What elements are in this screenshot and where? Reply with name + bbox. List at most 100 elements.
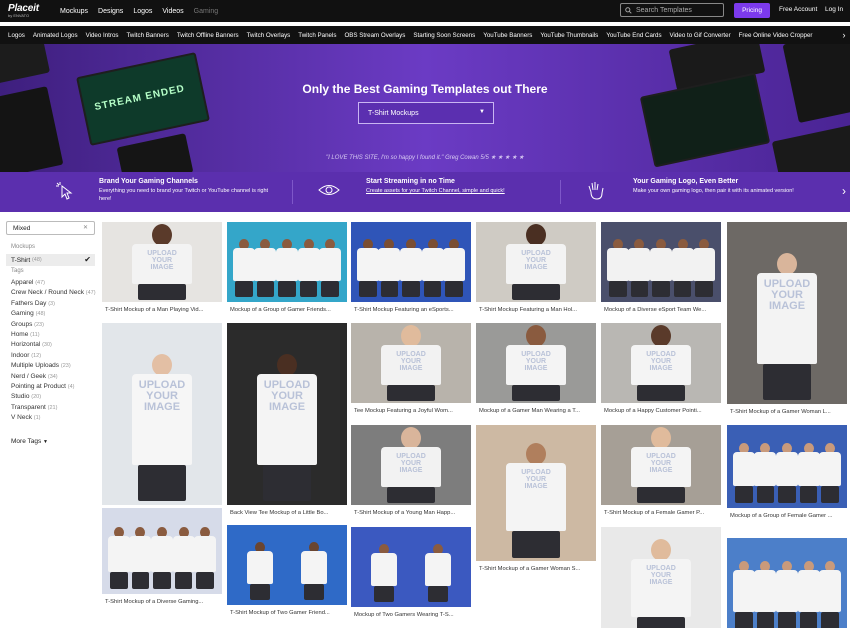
- template-caption[interactable]: Back View Tee Mockup of a Little Bo...: [230, 510, 328, 516]
- category-youtube-end-cards[interactable]: YouTube End Cards: [606, 32, 661, 39]
- template-caption[interactable]: T-Shirt Mockup of a Man Playing Vid...: [105, 307, 204, 313]
- tag-item[interactable]: V Neck (1): [11, 413, 96, 423]
- template-thumbnail[interactable]: UPLOAD YOUR IMAGE: [102, 323, 222, 505]
- category-twitch-overlays[interactable]: Twitch Overlays: [247, 32, 291, 39]
- category-youtube-thumbnails[interactable]: YouTube Thumbnails: [540, 32, 598, 39]
- nav-link-gaming[interactable]: Gaming: [194, 8, 219, 15]
- nav-link-designs[interactable]: Designs: [98, 8, 123, 15]
- template-caption[interactable]: T-Shirt Mockup of a Diverse Gaming...: [105, 599, 203, 605]
- template-thumbnail[interactable]: UPLOAD YOUR IMAGE: [601, 323, 721, 403]
- tag-item[interactable]: Fathers Day (3): [11, 299, 96, 309]
- template-caption[interactable]: Mockup of a Gamer Man Wearing a T...: [479, 408, 580, 414]
- template-caption[interactable]: T-Shirt Mockup of Two Gamer Friend...: [230, 610, 330, 616]
- nav-link-logos[interactable]: Logos: [133, 8, 152, 15]
- template-thumbnail[interactable]: UPLOAD YOUR IMAGE: [351, 425, 471, 505]
- category-video-cropper[interactable]: Free Online Video Cropper: [739, 32, 813, 39]
- template-thumbnail[interactable]: UPLOAD YOUR IMAGE: [102, 222, 222, 302]
- template-thumbnail[interactable]: [351, 527, 471, 607]
- template-card[interactable]: Mockup of a Group of Gamer Friends...: [227, 222, 347, 316]
- template-thumbnail[interactable]: UPLOAD YOUR IMAGE: [351, 323, 471, 403]
- sort-select[interactable]: Mixed ✕: [6, 221, 95, 235]
- template-caption[interactable]: Mockup of a Group of Female Gamer ...: [730, 513, 832, 519]
- template-caption[interactable]: Mockup of Two Gamers Wearing T-S...: [354, 612, 454, 618]
- template-caption[interactable]: T-Shirt Mockup of a Gamer Woman S...: [479, 566, 580, 572]
- template-card[interactable]: UPLOAD YOUR IMAGE Mockup of a Gamer Man Wea…: [476, 323, 596, 417]
- template-caption[interactable]: T-Shirt Mockup of a Young Man Happ...: [354, 510, 455, 516]
- nav-link-mockups[interactable]: Mockups: [60, 8, 88, 15]
- category-logos[interactable]: Logos: [8, 32, 25, 39]
- template-caption[interactable]: T-Shirt Mockup Featuring an eSports...: [354, 307, 454, 313]
- template-thumbnail[interactable]: UPLOAD YOUR IMAGE: [476, 425, 596, 561]
- tag-item[interactable]: Nerd / Geek (34): [11, 372, 96, 382]
- category-twitch-offline-banners[interactable]: Twitch Offline Banners: [177, 32, 239, 39]
- template-card[interactable]: T-Shirt Mockup of a Diverse Gaming...: [102, 508, 222, 608]
- tag-item[interactable]: Gaming (48): [11, 309, 96, 319]
- close-icon[interactable]: ✕: [83, 224, 88, 231]
- category-video-intros[interactable]: Video Intros: [86, 32, 119, 39]
- template-thumbnail[interactable]: [601, 222, 721, 302]
- category-obs-stream-overlays[interactable]: OBS Stream Overlays: [344, 32, 405, 39]
- template-card[interactable]: Mockup of Two Gamers Wearing T-S...: [351, 527, 471, 621]
- template-type-select[interactable]: T-Shirt Mockups ▼: [358, 102, 494, 124]
- category-starting-soon-screens[interactable]: Starting Soon Screens: [413, 32, 475, 39]
- template-caption[interactable]: T-Shirt Mockup of a Female Gamer P...: [604, 510, 704, 516]
- template-card[interactable]: [727, 538, 847, 628]
- tag-item[interactable]: Multiple Uploads (23): [11, 361, 96, 371]
- category-scroll-arrow-icon[interactable]: ›: [838, 26, 850, 44]
- template-card[interactable]: UPLOAD YOUR IMAGE T-Shirt Mockup of a Man P…: [102, 222, 222, 316]
- tag-item[interactable]: Groups (23): [11, 320, 96, 330]
- template-card[interactable]: UPLOAD YOUR IMAGE T-Shirt Mockup of a Gamer…: [476, 425, 596, 575]
- tag-item[interactable]: Horizontal (30): [11, 340, 96, 350]
- template-thumbnail[interactable]: UPLOAD YOUR IMAGE: [727, 222, 847, 404]
- template-thumbnail[interactable]: [727, 538, 847, 628]
- placeit-logo[interactable]: Placeit by ENVATO: [8, 4, 48, 18]
- template-thumbnail[interactable]: UPLOAD YOUR IMAGE: [601, 425, 721, 505]
- template-card[interactable]: UPLOADYOURIMAGET-Shirt Mockup of a Smili…: [102, 323, 222, 519]
- feature-streaming-link[interactable]: Create assets for your Twitch Channel, s…: [366, 188, 546, 195]
- template-thumbnail[interactable]: UPLOAD YOUR IMAGE: [476, 323, 596, 403]
- template-caption[interactable]: Mockup of a Group of Gamer Friends...: [230, 307, 331, 313]
- template-caption[interactable]: T-Shirt Mockup of a Gamer Woman L...: [730, 409, 831, 415]
- template-card[interactable]: UPLOAD YOUR IMAGE T-Shirt Mockup of a Gamer…: [727, 222, 847, 418]
- template-thumbnail[interactable]: [102, 508, 222, 594]
- chevron-right-icon[interactable]: ›: [842, 184, 846, 198]
- category-video-to-gif[interactable]: Video to Gif Converter: [670, 32, 731, 39]
- tag-item[interactable]: Indoor (12): [11, 351, 96, 361]
- template-card[interactable]: UPLOAD YOUR IMAGE Back View Tee Mockup of a…: [227, 323, 347, 519]
- template-card[interactable]: UPLOAD YOUR IMAGE: [601, 527, 721, 628]
- category-twitch-panels[interactable]: Twitch Panels: [298, 32, 336, 39]
- template-caption[interactable]: Mockup of a Happy Customer Pointi...: [604, 408, 702, 414]
- template-thumbnail[interactable]: UPLOAD YOUR IMAGE: [227, 323, 347, 505]
- tag-item[interactable]: Transparent (21): [11, 403, 96, 413]
- category-animated-logos[interactable]: Animated Logos: [33, 32, 78, 39]
- tag-item[interactable]: Crew Neck / Round Neck (47): [11, 288, 96, 298]
- template-card[interactable]: T-Shirt Mockup Featuring an eSports...: [351, 222, 471, 316]
- tag-item[interactable]: Home (11): [11, 330, 96, 340]
- tag-item[interactable]: Pointing at Product (4): [11, 382, 96, 392]
- template-caption[interactable]: Mockup of a Diverse eSport Team We...: [604, 307, 706, 313]
- template-card[interactable]: UPLOAD YOUR IMAGE T-Shirt Mockup of a Femal…: [601, 425, 721, 519]
- template-card[interactable]: UPLOAD YOUR IMAGE T-Shirt Mockup Featuring …: [476, 222, 596, 316]
- login-link[interactable]: Log In: [825, 6, 843, 13]
- template-card[interactable]: Mockup of a Diverse eSport Team We...: [601, 222, 721, 316]
- template-thumbnail[interactable]: [351, 222, 471, 302]
- template-caption[interactable]: T-Shirt Mockup Featuring a Man Hol...: [479, 307, 577, 313]
- template-caption[interactable]: Tee Mockup Featuring a Joyful Wom...: [354, 408, 453, 414]
- template-card[interactable]: UPLOAD YOUR IMAGE Tee Mockup Featuring a Jo…: [351, 323, 471, 417]
- template-card[interactable]: T-Shirt Mockup of Two Gamer Friend...: [227, 525, 347, 619]
- category-youtube-banners[interactable]: YouTube Banners: [483, 32, 532, 39]
- template-card[interactable]: Mockup of a Group of Female Gamer ...: [727, 425, 847, 522]
- tag-item[interactable]: Apparel (47): [11, 278, 96, 288]
- template-thumbnail[interactable]: [727, 425, 847, 508]
- search-input[interactable]: Search Templates: [620, 3, 724, 17]
- pricing-button[interactable]: Pricing: [734, 3, 770, 18]
- template-thumbnail[interactable]: [227, 222, 347, 302]
- template-card[interactable]: UPLOAD YOUR IMAGE Mockup of a Happy Custome…: [601, 323, 721, 417]
- more-tags-button[interactable]: More Tags ▼: [11, 438, 48, 445]
- nav-link-videos[interactable]: Videos: [162, 8, 183, 15]
- category-twitch-banners[interactable]: Twitch Banners: [127, 32, 169, 39]
- free-account-link[interactable]: Free Account: [779, 6, 817, 13]
- template-thumbnail[interactable]: UPLOAD YOUR IMAGE: [476, 222, 596, 302]
- template-card[interactable]: UPLOAD YOUR IMAGE T-Shirt Mockup of a Young…: [351, 425, 471, 519]
- template-thumbnail[interactable]: [227, 525, 347, 605]
